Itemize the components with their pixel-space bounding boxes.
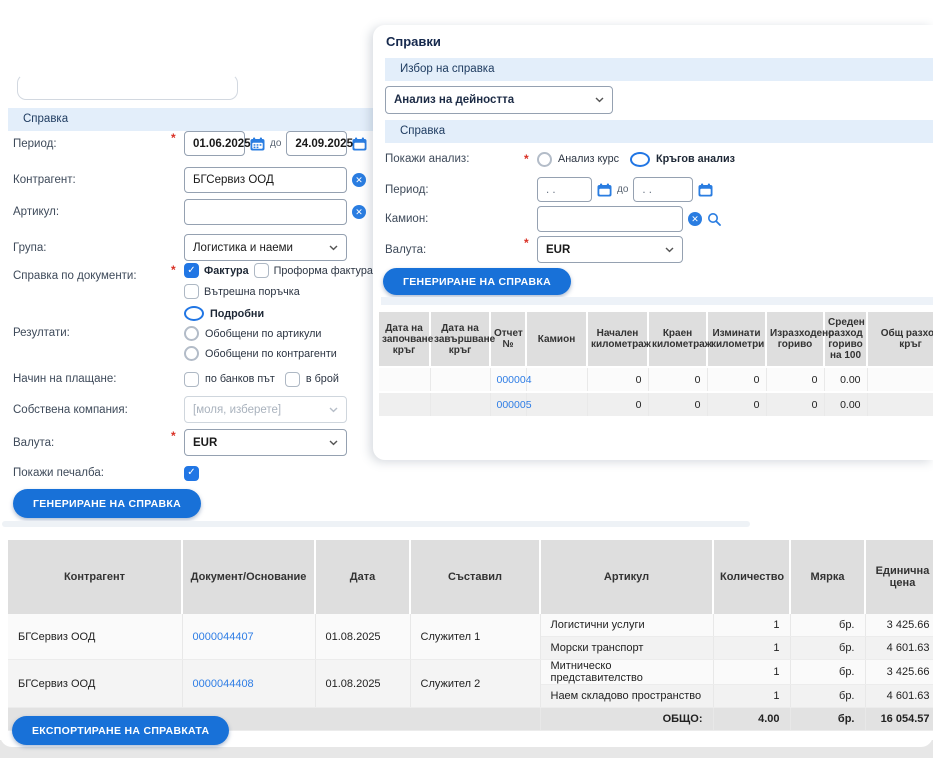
circuits-row: 000004 0 0 0 0 0.00: [379, 367, 933, 392]
r-generate-report-button[interactable]: ГЕНЕРИРАНЕ НА СПРАВКА: [383, 268, 571, 295]
report-link[interactable]: 000004: [497, 374, 532, 386]
article-input[interactable]: [184, 199, 347, 225]
clear-icon[interactable]: ✕: [352, 173, 366, 187]
calendar-icon[interactable]: [698, 183, 713, 197]
left-section-header: Справка: [8, 108, 388, 131]
chevron-down-icon: [665, 247, 674, 253]
required-marker: *: [171, 263, 176, 277]
generate-report-button[interactable]: ГЕНЕРИРАНЕ НА СПРАВКА: [13, 489, 201, 518]
chevron-down-icon: [329, 245, 338, 251]
checkbox-proforma[interactable]: [254, 263, 269, 278]
currency-select[interactable]: EUR: [184, 429, 347, 456]
radio-detailed[interactable]: [184, 306, 204, 321]
required-marker: *: [524, 152, 529, 166]
currency-row: Валута: * EUR: [13, 429, 347, 456]
results-header-row: Контрагент Документ/Основание Дата Съста…: [8, 540, 933, 614]
group-label: Група:: [13, 242, 184, 254]
own-company-row: Собствена компания: [моля, изберете]: [13, 396, 347, 423]
show-profit-label: Покажи печалба:: [13, 467, 184, 479]
article-label: Артикул:: [13, 206, 184, 218]
period-label: Период:: [13, 138, 184, 150]
truck-row: Камион: ✕: [385, 206, 721, 232]
contragent-row: Контрагент: БГСервиз ООД ✕: [13, 167, 366, 193]
radio-circuit-analysis[interactable]: [630, 152, 650, 167]
currency-label: Валута:: [13, 437, 184, 449]
horizontal-scrollbar[interactable]: [2, 521, 750, 527]
r-currency-select[interactable]: EUR: [537, 236, 683, 263]
report-type-select[interactable]: Анализ на дейността: [385, 86, 613, 114]
results-row: Резултати: Подробни Обобщени по артикули…: [13, 306, 337, 361]
reports-title: Справки: [386, 34, 441, 49]
checkbox-bank-transfer[interactable]: [184, 372, 199, 387]
contragent-label: Контрагент:: [13, 174, 184, 186]
analysis-label: Покажи анализ:: [385, 153, 537, 165]
r-period-from-input[interactable]: . .: [537, 177, 592, 202]
table-row: БГСервиз ООД 0000044408 01.08.2025 Служи…: [8, 660, 933, 685]
circuits-table: Дата на започване кръг Дата на завършван…: [379, 312, 933, 418]
chevron-down-icon: [329, 440, 338, 446]
r-period-row: Период: . . до . .: [385, 177, 713, 202]
period-row: Период: * 01.06.2025 до 24.09.2025: [13, 131, 367, 156]
document-link[interactable]: 0000044408: [193, 678, 254, 690]
truck-label: Камион:: [385, 213, 537, 225]
radio-course-analysis[interactable]: [537, 152, 552, 167]
article-row: Артикул: ✕: [13, 199, 366, 225]
circuits-header-row: Дата на започване кръг Дата на завършван…: [379, 312, 933, 367]
r-period-to-input[interactable]: . .: [633, 177, 693, 202]
results-label: Резултати:: [13, 306, 184, 339]
checkbox-internal-order[interactable]: [184, 284, 199, 299]
group-row: Група: Логистика и наеми: [13, 234, 347, 261]
calendar-icon[interactable]: [352, 137, 367, 151]
payment-row: Начин на плащане: по банков път в брой: [13, 370, 339, 388]
left-report-form-panel: Справка Период: * 01.06.2025 до 24.09.20…: [0, 0, 373, 530]
r-currency-label: Валута:: [385, 244, 537, 256]
report-results-card: Контрагент Документ/Основание Дата Съста…: [0, 528, 933, 747]
chevron-down-icon: [329, 407, 338, 413]
clear-icon[interactable]: ✕: [352, 205, 366, 219]
checkbox-invoice[interactable]: ✓: [184, 263, 199, 278]
period-to-label: до: [270, 138, 281, 149]
required-marker: *: [524, 236, 529, 250]
calendar-icon[interactable]: [250, 137, 265, 151]
doc-filter-label: Справка по документи:: [13, 263, 184, 282]
clear-icon[interactable]: ✕: [688, 212, 702, 226]
show-profit-row: Покажи печалба: ✓: [13, 464, 199, 482]
period-to-input[interactable]: 24.09.2025: [286, 131, 347, 156]
own-company-label: Собствена компания:: [13, 404, 184, 416]
checkbox-cash[interactable]: [285, 372, 300, 387]
reports-card: Справки Избор на справка Анализ на дейно…: [373, 25, 933, 460]
report-results-table: Контрагент Документ/Основание Дата Съста…: [8, 540, 933, 731]
chevron-down-icon: [595, 97, 604, 103]
radio-summary-articles[interactable]: [184, 326, 199, 341]
radio-summary-contragents[interactable]: [184, 346, 199, 361]
table-row: БГСервиз ООД 0000044407 01.08.2025 Служи…: [8, 614, 933, 637]
period-from-input[interactable]: 01.06.2025: [184, 131, 245, 156]
contragent-input[interactable]: БГСервиз ООД: [184, 167, 347, 193]
section-divider: [381, 297, 933, 305]
circuits-row: 000005 0 0 0 0 0.00: [379, 392, 933, 417]
search-icon[interactable]: [707, 212, 721, 226]
required-marker: *: [171, 429, 176, 443]
group-select[interactable]: Логистика и наеми: [184, 234, 347, 261]
report-link[interactable]: 000005: [497, 399, 532, 411]
doc-filter-row: Справка по документи: * ✓ Фактура Профор…: [13, 263, 380, 299]
document-link[interactable]: 0000044407: [193, 631, 254, 643]
analysis-row: Покажи анализ: * Анализ курс Кръгов анал…: [385, 150, 735, 168]
r-period-label: Период:: [385, 184, 537, 196]
r-period-to-label: до: [617, 184, 628, 195]
export-report-button[interactable]: ЕКСПОРТИРАНЕ НА СПРАВКАТА: [12, 716, 229, 745]
clipped-input[interactable]: [17, 74, 238, 100]
payment-label: Начин на плащане:: [13, 373, 184, 385]
own-company-select[interactable]: [моля, изберете]: [184, 396, 347, 423]
required-marker: *: [171, 131, 176, 145]
checkbox-show-profit[interactable]: ✓: [184, 466, 199, 481]
report-section-band: Справка: [385, 120, 933, 143]
truck-input[interactable]: [537, 206, 683, 232]
choose-report-band: Избор на справка: [385, 58, 933, 81]
calendar-icon[interactable]: [597, 183, 612, 197]
r-currency-row: Валута: * EUR: [385, 236, 683, 263]
